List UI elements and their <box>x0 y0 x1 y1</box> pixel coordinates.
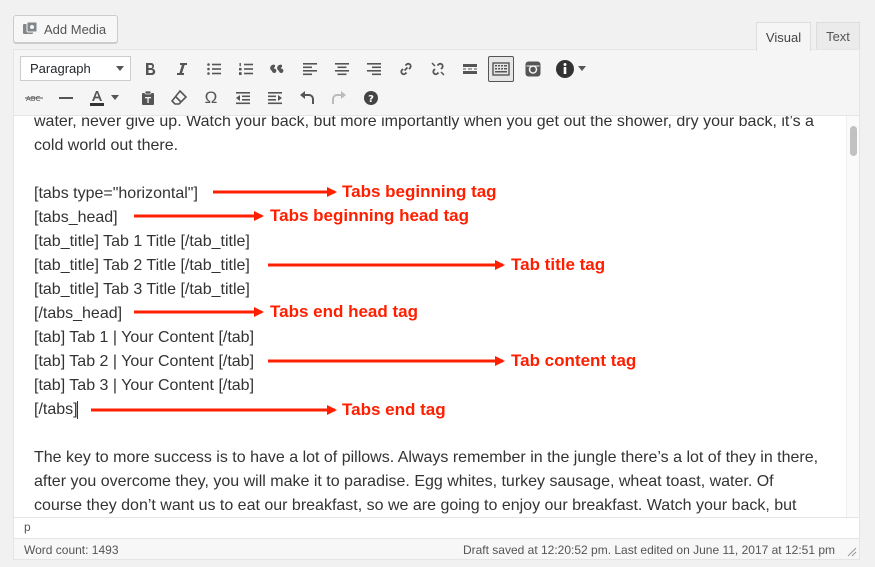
annotation-tabs-end: Tabs end tag <box>342 400 446 419</box>
add-media-button[interactable]: Add Media <box>13 15 118 43</box>
unlink-icon[interactable] <box>426 57 450 81</box>
annotation-tab-content: Tab content tag <box>511 351 637 370</box>
help-icon[interactable]: ? <box>359 86 383 110</box>
text-color-icon[interactable] <box>85 86 109 110</box>
shortcode-line: [tab] Tab 3 | Your Content [/tab] <box>34 377 255 394</box>
italic-icon[interactable] <box>170 57 194 81</box>
align-right-icon[interactable] <box>362 57 386 81</box>
horizontal-line-icon[interactable] <box>54 86 78 110</box>
shortcode-line: [tab] Tab 1 | Your Content [/tab] <box>34 329 255 346</box>
add-media-label: Add Media <box>44 21 107 37</box>
bullet-list-icon[interactable] <box>202 57 226 81</box>
status-bar: Word count: 1493 Draft saved at 12:20:52… <box>14 538 859 559</box>
editor-toolbar: Paragraph ABC Ω ? <box>14 50 859 116</box>
paragraph-line: course they don’t want us to eat our bre… <box>34 497 797 514</box>
format-select[interactable]: Paragraph <box>20 56 131 81</box>
numbered-list-icon[interactable] <box>234 57 258 81</box>
instagram-icon[interactable] <box>521 57 545 81</box>
clear-formatting-icon[interactable] <box>167 86 191 110</box>
svg-text:ABC: ABC <box>26 95 40 103</box>
paragraph-line: after you overcome they, you will make i… <box>34 473 774 490</box>
chevron-down-icon <box>116 66 124 71</box>
shortcode-line: [tab_title] Tab 2 Title [/tab_title] <box>34 257 250 274</box>
paragraph-line: cold world out there. <box>34 137 179 154</box>
media-icon <box>22 21 38 37</box>
annotation-tabs-beginning-head: Tabs beginning head tag <box>270 206 469 225</box>
info-icon[interactable] <box>553 57 577 81</box>
indent-icon[interactable] <box>263 86 287 110</box>
element-path[interactable]: p <box>14 517 859 538</box>
outdent-icon[interactable] <box>231 86 255 110</box>
annotation-tab-title: Tab title tag <box>511 255 606 274</box>
shortcode-line: [/tabs] <box>34 401 78 418</box>
strikethrough-icon[interactable]: ABC <box>22 86 46 110</box>
link-icon[interactable] <box>394 57 418 81</box>
blockquote-icon[interactable] <box>266 57 290 81</box>
editor-scrollbar[interactable] <box>846 116 859 517</box>
tab-visual[interactable]: Visual <box>756 22 811 51</box>
annotation-tabs-end-head: Tabs end head tag <box>270 302 418 321</box>
format-select-value: Paragraph <box>30 61 91 76</box>
annotation-tabs-beginning: Tabs beginning tag <box>342 182 497 201</box>
align-left-icon[interactable] <box>298 57 322 81</box>
shortcode-line: [tab_title] Tab 3 Title [/tab_title] <box>34 281 250 298</box>
shortcode-line: [tab] Tab 2 | Your Content [/tab] <box>34 353 255 370</box>
text-cursor <box>77 401 78 419</box>
info-dropdown-icon[interactable] <box>575 57 589 81</box>
shortcode-line: [tab_title] Tab 1 Title [/tab_title] <box>34 233 250 250</box>
redo-icon[interactable] <box>327 86 351 110</box>
paragraph-line: water, never give up. Watch your back, b… <box>34 116 814 130</box>
editor-container: Paragraph ABC Ω ? water, never give up. … <box>13 49 860 560</box>
scroll-thumb[interactable] <box>850 126 857 156</box>
svg-text:?: ? <box>368 94 374 105</box>
draft-status: Draft saved at 12:20:52 pm. Last edited … <box>462 543 835 557</box>
undo-icon[interactable] <box>295 86 319 110</box>
word-count: Word count: 1493 <box>24 543 119 557</box>
toolbar-toggle-icon[interactable] <box>488 56 514 82</box>
tab-text[interactable]: Text <box>816 22 860 50</box>
align-center-icon[interactable] <box>330 57 354 81</box>
read-more-icon[interactable] <box>458 57 482 81</box>
shortcode-line: [tabs type="horizontal"] <box>34 185 198 202</box>
path-element[interactable]: p <box>24 520 31 534</box>
resize-handle-icon[interactable] <box>845 545 857 557</box>
paragraph-line: The key to more success is to have a lot… <box>34 449 819 466</box>
special-character-icon[interactable]: Ω <box>199 86 223 110</box>
bold-icon[interactable] <box>138 57 162 81</box>
paste-text-icon[interactable] <box>136 86 160 110</box>
text-color-dropdown-icon[interactable] <box>108 86 122 110</box>
editor-content[interactable]: water, never give up. Watch your back, b… <box>14 116 846 517</box>
shortcode-line: [tabs_head] <box>34 209 118 226</box>
shortcode-line: [/tabs_head] <box>34 305 123 322</box>
